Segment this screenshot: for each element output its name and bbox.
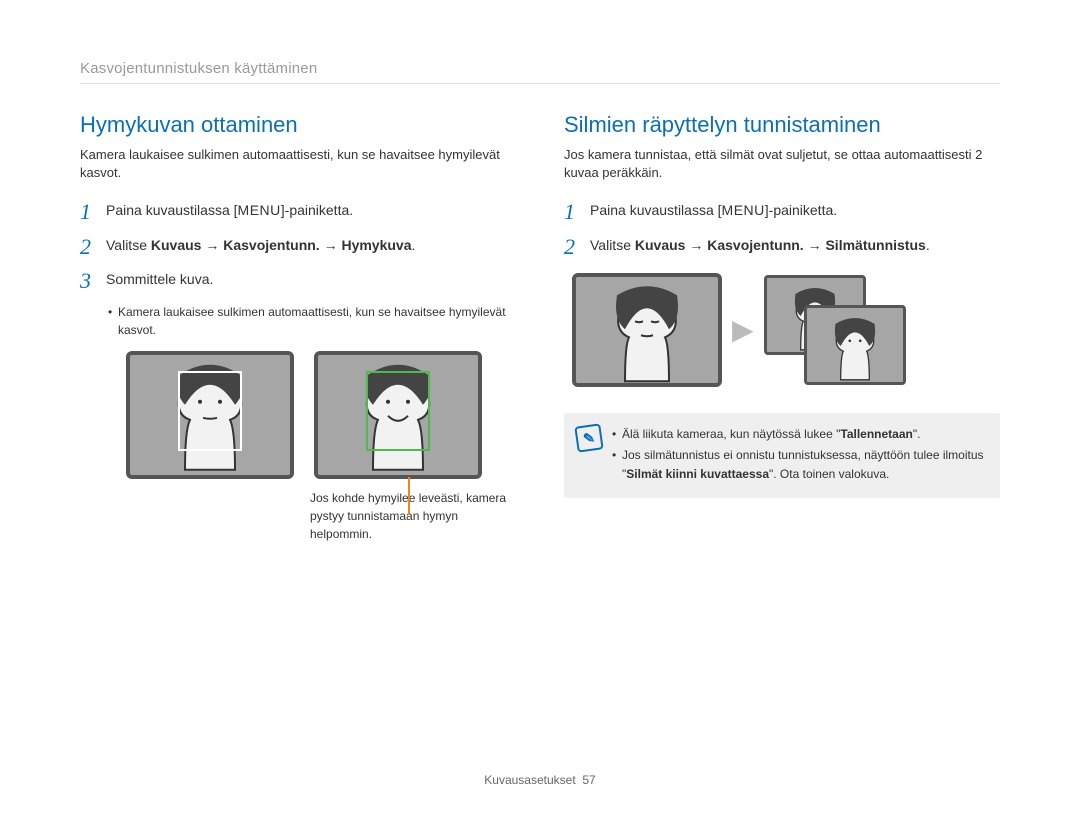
menu-key-icon: MENU <box>722 202 765 218</box>
preview-neutral-face <box>126 351 294 479</box>
callout-caption: Jos kohde hymyilee leveästi, kamera pyst… <box>310 489 516 543</box>
step-text: Sommittele kuva. <box>106 269 516 290</box>
col-blink-detection: Silmien räpyttelyn tunnistaminen Jos kam… <box>564 112 1000 543</box>
lead-blink: Jos kamera tunnistaa, että silmät ovat s… <box>564 146 1000 182</box>
example-thumbnails <box>126 351 516 479</box>
step-number: 1 <box>80 200 106 224</box>
heading-blink: Silmien räpyttelyn tunnistaminen <box>564 112 1000 138</box>
result-burst-stack <box>764 275 904 385</box>
sub-bullet: Kamera laukaisee sulkimen automaattisest… <box>108 303 516 339</box>
menu-key-icon: MENU <box>238 202 281 218</box>
note-item: Jos silmätunnistus ei onnistu tunnistuks… <box>612 446 986 484</box>
blink-previews: ▶ <box>572 273 1000 387</box>
step-text: Valitse Kuvaus → Kasvojentunn. → Hymykuv… <box>106 235 516 256</box>
col-smile-shot: Hymykuvan ottaminen Kamera laukaisee sul… <box>80 112 516 543</box>
step-number: 2 <box>564 235 590 259</box>
lead-smile: Kamera laukaisee sulkimen automaattisest… <box>80 146 516 182</box>
step-text: Paina kuvaustilassa [MENU]-painiketta. <box>106 200 516 221</box>
info-icon: ✎ <box>574 423 603 452</box>
step-number: 3 <box>80 269 106 293</box>
burst-frame-2 <box>804 305 906 385</box>
preview-eyes-closed <box>572 273 722 387</box>
info-note: ✎ Älä liikuta kameraa, kun näytössä luke… <box>564 413 1000 499</box>
step-text: Paina kuvaustilassa [MENU]-painiketta. <box>590 200 1000 221</box>
heading-smile: Hymykuvan ottaminen <box>80 112 516 138</box>
callout-line <box>408 477 410 515</box>
focus-box-white <box>178 371 242 451</box>
step-number: 2 <box>80 235 106 259</box>
arrow-right-icon: ▶ <box>732 313 754 346</box>
step-number: 1 <box>564 200 590 224</box>
focus-box-green <box>366 371 430 451</box>
preview-smiling-face <box>314 351 482 479</box>
page-footer: Kuvausasetukset 57 <box>0 773 1080 787</box>
step-text: Valitse Kuvaus → Kasvojentunn. → Silmätu… <box>590 235 1000 256</box>
note-item: Älä liikuta kameraa, kun näytössä lukee … <box>612 425 986 444</box>
section-header: Kasvojentunnistuksen käyttäminen <box>80 60 1000 84</box>
